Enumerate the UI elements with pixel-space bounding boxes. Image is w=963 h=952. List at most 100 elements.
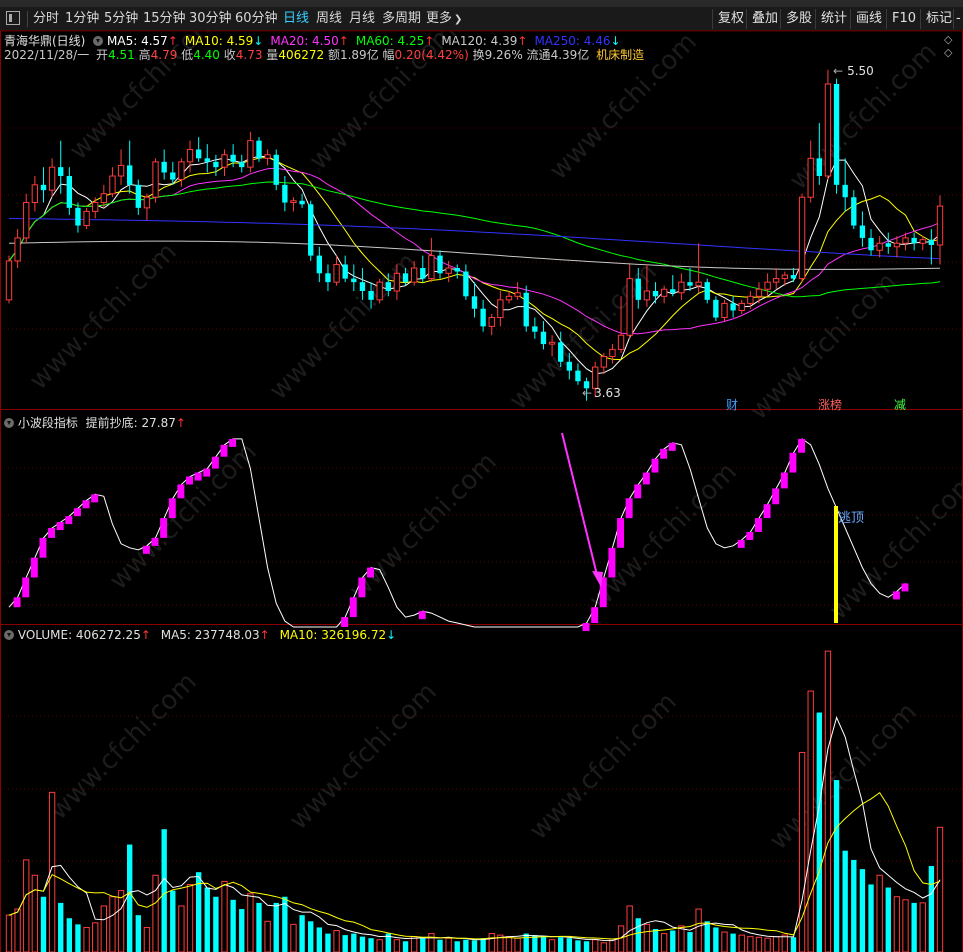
chevron-right-icon: ❯ xyxy=(454,14,463,25)
indicator-block xyxy=(358,577,366,598)
volume-bar-down xyxy=(540,936,547,952)
volume-bar-up xyxy=(14,908,21,952)
volume-bar-down xyxy=(351,933,357,952)
dropdown-circle-icon[interactable] xyxy=(4,630,14,640)
tab-multi-period[interactable]: 多周期 xyxy=(382,10,421,28)
tab-60min[interactable]: 60分钟 xyxy=(235,10,278,28)
volume-bar-up xyxy=(100,905,107,952)
indicator-line xyxy=(8,438,906,628)
tab-fenshi[interactable]: 分时 xyxy=(33,10,59,28)
volume-bar-down xyxy=(316,927,323,952)
candle-body-up xyxy=(221,154,228,168)
indicator-block xyxy=(22,577,30,598)
watermark-text: www.cfchi.com xyxy=(824,467,963,626)
chg-value: 0.20(4.42%) xyxy=(394,48,469,62)
volume-bar-down xyxy=(670,930,676,952)
volume-bar-up xyxy=(893,896,901,952)
volume-bar-up xyxy=(109,896,116,952)
overflow-button[interactable]: - xyxy=(953,9,963,29)
candle-body-up xyxy=(798,196,806,280)
candle-body-down xyxy=(471,296,478,309)
tab-1min[interactable]: 1分钟 xyxy=(65,10,99,28)
candle-body-up xyxy=(764,281,771,290)
tab-monthly[interactable]: 月线 xyxy=(349,10,375,28)
indicator-block xyxy=(48,528,56,538)
indicator-block xyxy=(634,484,642,499)
candle-body-down xyxy=(58,167,64,176)
sector-label[interactable]: 机床制造 xyxy=(596,48,644,62)
candle-body-up xyxy=(117,164,125,177)
indicator-block xyxy=(39,537,47,558)
mark-button[interactable]: 标记 xyxy=(920,9,957,29)
statistics-button[interactable]: 统计 xyxy=(815,9,852,29)
panel-toggle-icon[interactable] xyxy=(6,11,20,25)
volume-bar-up xyxy=(178,905,185,952)
candle-body-up xyxy=(186,148,194,163)
candle-body-up xyxy=(626,278,633,336)
tab-more[interactable]: 更多 ❯ xyxy=(426,10,462,28)
dropdown-circle-icon[interactable] xyxy=(4,418,14,428)
volume-bar-up xyxy=(514,937,521,952)
candle-body-down xyxy=(859,225,866,238)
volume-bar-down xyxy=(575,940,581,952)
candle-body-up xyxy=(376,281,383,301)
candle-body-down xyxy=(316,255,323,274)
overlay-button[interactable]: 叠加 xyxy=(746,9,783,29)
volume-bar-down xyxy=(463,939,469,952)
event-tag-finance[interactable]: 财 xyxy=(724,396,740,413)
volume-bar-down xyxy=(368,938,374,952)
tab-5min[interactable]: 5分钟 xyxy=(104,10,138,28)
tab-weekly[interactable]: 周线 xyxy=(316,10,342,28)
volume-bar-up xyxy=(781,934,789,952)
candle-body-down xyxy=(566,361,572,371)
candle-body-up xyxy=(678,281,685,294)
event-tag-limitup[interactable]: 涨榜 xyxy=(816,396,844,413)
candle-body-up xyxy=(548,341,556,345)
tab-15min[interactable]: 15分钟 xyxy=(143,10,186,28)
candle-body-down xyxy=(204,158,210,162)
candle-body-up xyxy=(152,161,159,198)
volume-bar-down xyxy=(911,902,917,952)
candle-body-down xyxy=(730,303,736,311)
indicator-block xyxy=(660,448,668,459)
dropdown-circle-icon[interactable] xyxy=(93,36,104,46)
candle-body-up xyxy=(31,184,39,204)
indicator-block xyxy=(73,508,81,517)
escape-top-label: 逃顶 xyxy=(838,511,865,526)
volume-bar-down xyxy=(652,928,659,952)
indicator-title: 小波段指标 xyxy=(17,416,78,430)
tab-30min[interactable]: 30分钟 xyxy=(189,10,232,28)
candle-body-down xyxy=(40,184,47,191)
draw-line-button[interactable]: 画线 xyxy=(850,9,887,29)
candle-body-up xyxy=(488,317,495,327)
adjust-button[interactable]: 复权 xyxy=(712,9,749,29)
candle-body-up xyxy=(290,200,297,204)
volume-bar-down xyxy=(523,933,529,952)
volume-ma10: MA10: 326196.72 xyxy=(279,628,387,642)
volume-bar-down xyxy=(230,899,236,952)
indicator-block xyxy=(901,583,909,592)
low-label: 低 xyxy=(181,48,194,62)
candle-body-down xyxy=(635,278,641,300)
signal-arrow-shaft xyxy=(561,432,599,580)
candle-body-down xyxy=(868,237,874,251)
chg-label: 幅 xyxy=(382,48,395,62)
indicator-block xyxy=(30,557,38,578)
tab-daily[interactable]: 日线 xyxy=(283,10,309,28)
multi-stock-button[interactable]: 多股 xyxy=(780,9,817,29)
event-tag-reduce[interactable]: 减 xyxy=(892,396,908,413)
diamond-icon-2[interactable]: ◇ xyxy=(944,46,952,59)
volume-bar-up xyxy=(773,936,780,952)
period-toolbar: 分时 1分钟 5分钟 15分钟 30分钟 60分钟 日线 周线 月线 多周期 更… xyxy=(0,7,963,31)
indicator-block xyxy=(160,518,168,538)
volume-bar-down xyxy=(635,918,641,952)
volume-bar-down xyxy=(790,937,797,952)
candle-body-down xyxy=(928,239,935,245)
high-value: 4.79 xyxy=(150,48,178,62)
diamond-icon[interactable]: ◇ xyxy=(944,33,952,46)
candle-body-up xyxy=(109,175,116,195)
kline-chart[interactable]: www.cfchi.com www.cfchi.com www.cfchi.com w… xyxy=(0,31,963,952)
volume-bar-up xyxy=(755,936,763,952)
f10-button[interactable]: F10 xyxy=(886,9,921,29)
volume-bar-up xyxy=(764,937,771,952)
